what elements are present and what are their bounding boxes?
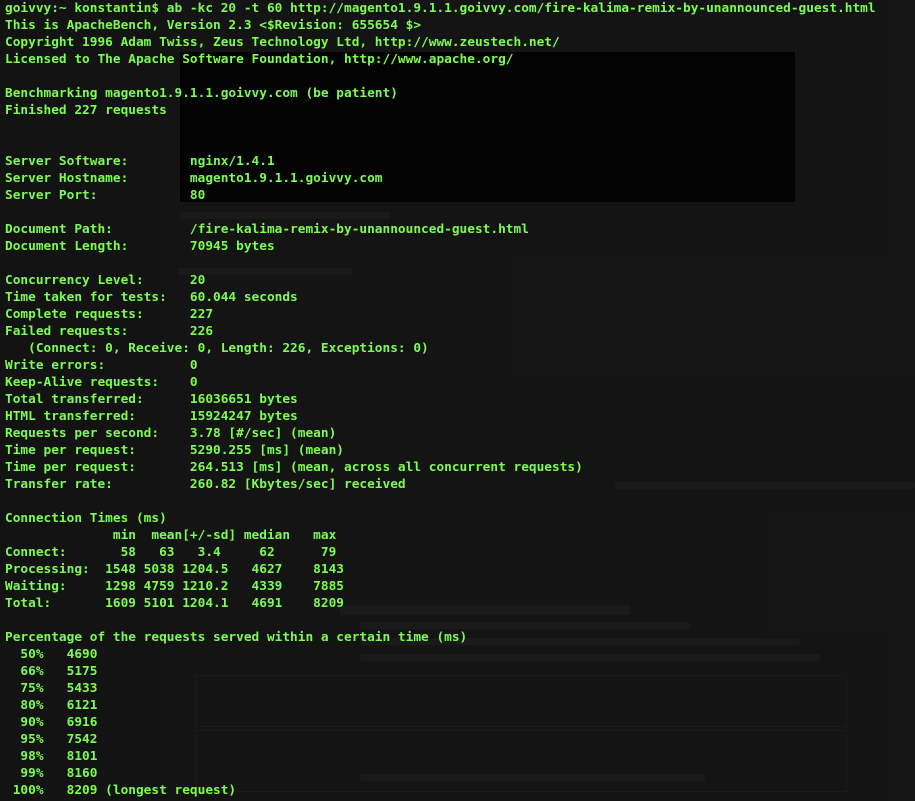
terminal-command-line: goivvy:~ konstantin$ ab -kc 20 -t 60 htt… — [5, 1, 876, 16]
terminal-line: Write errors: 0 — [5, 358, 198, 373]
terminal-line: Licensed to The Apache Software Foundati… — [5, 52, 514, 67]
terminal-line: Waiting: 1298 4759 1210.2 4339 7885 — [5, 579, 344, 594]
terminal-line: Processing: 1548 5038 1204.5 4627 8143 — [5, 562, 344, 577]
terminal-line: Benchmarking magento1.9.1.1.goivvy.com (… — [5, 86, 398, 101]
terminal-line: 98% 8101 — [5, 749, 98, 764]
terminal-line: Failed requests: 226 — [5, 324, 214, 339]
terminal-line: 100% 8209 (longest request) — [5, 783, 237, 798]
terminal-line: min mean[+/-sd] median max — [5, 528, 337, 543]
terminal-line: 99% 8160 — [5, 766, 98, 781]
terminal-line: Document Path: /fire-kalima-remix-by-una… — [5, 222, 529, 237]
terminal-line: 95% 7542 — [5, 732, 98, 747]
terminal-line: Time per request: 264.513 [ms] (mean, ac… — [5, 460, 583, 475]
terminal-window[interactable]: goivvy:~ konstantin$ ab -kc 20 -t 60 htt… — [0, 0, 915, 801]
terminal-line: Total transferred: 16036651 bytes — [5, 392, 298, 407]
terminal-line: 66% 5175 — [5, 664, 98, 679]
terminal-line: Keep-Alive requests: 0 — [5, 375, 198, 390]
terminal-output: goivvy:~ konstantin$ ab -kc 20 -t 60 htt… — [0, 0, 876, 799]
terminal-line: Total: 1609 5101 1204.1 4691 8209 — [5, 596, 344, 611]
terminal-line: Concurrency Level: 20 — [5, 273, 206, 288]
terminal-line: Requests per second: 3.78 [#/sec] (mean) — [5, 426, 337, 441]
terminal-line: HTML transferred: 15924247 bytes — [5, 409, 298, 424]
terminal-line: Percentage of the requests served within… — [5, 630, 468, 645]
terminal-line: Time per request: 5290.255 [ms] (mean) — [5, 443, 344, 458]
terminal-line: Server Software: nginx/1.4.1 — [5, 154, 275, 169]
terminal-line: Document Length: 70945 bytes — [5, 239, 275, 254]
terminal-line: Connection Times (ms) — [5, 511, 167, 526]
terminal-line: 75% 5433 — [5, 681, 98, 696]
terminal-line: Transfer rate: 260.82 [Kbytes/sec] recei… — [5, 477, 406, 492]
terminal-line: Server Port: 80 — [5, 188, 206, 203]
terminal-line: 80% 6121 — [5, 698, 98, 713]
terminal-line: Copyright 1996 Adam Twiss, Zeus Technolo… — [5, 35, 560, 50]
terminal-line: (Connect: 0, Receive: 0, Length: 226, Ex… — [5, 341, 429, 356]
terminal-line: Server Hostname: magento1.9.1.1.goivvy.c… — [5, 171, 383, 186]
terminal-line: Complete requests: 227 — [5, 307, 214, 322]
terminal-line: 90% 6916 — [5, 715, 98, 730]
terminal-line: Connect: 58 63 3.4 62 79 — [5, 545, 337, 560]
terminal-line: Finished 227 requests — [5, 103, 167, 118]
terminal-line: 50% 4690 — [5, 647, 98, 662]
terminal-line: This is ApacheBench, Version 2.3 <$Revis… — [5, 18, 422, 33]
terminal-line: Time taken for tests: 60.044 seconds — [5, 290, 298, 305]
